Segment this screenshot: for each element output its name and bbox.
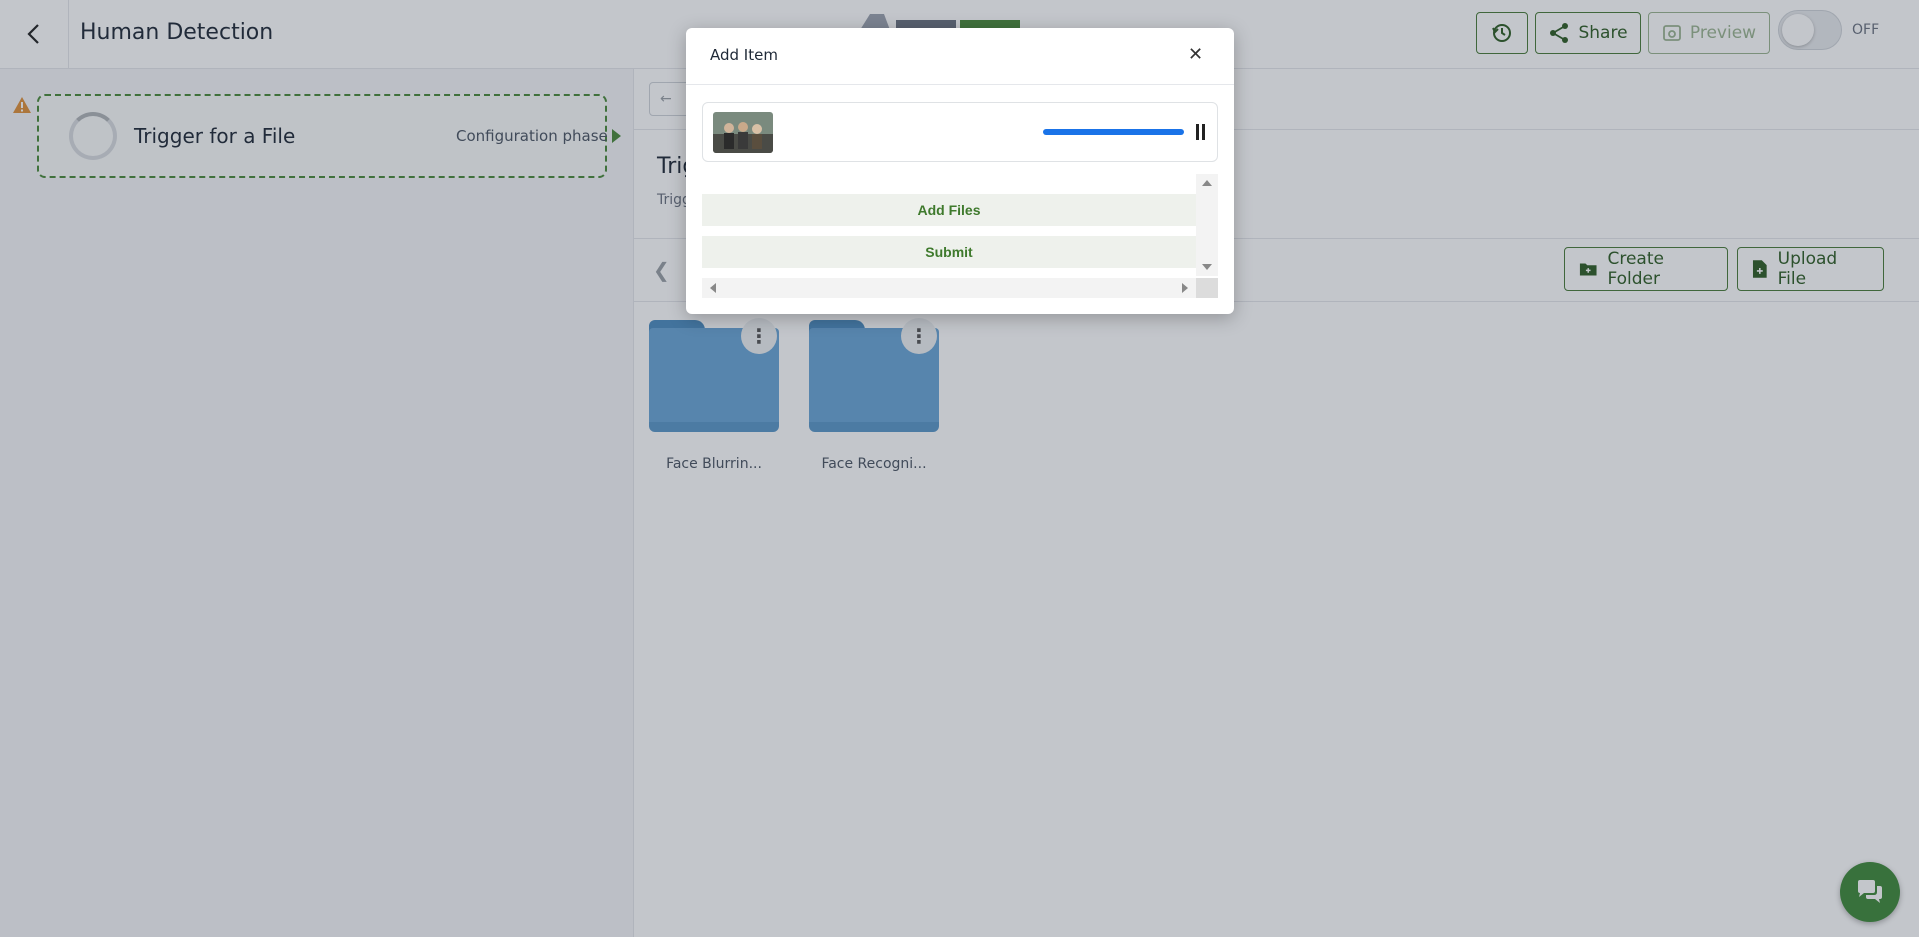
- scroll-up-icon[interactable]: [1202, 180, 1212, 186]
- scroll-right-icon[interactable]: [1182, 283, 1188, 293]
- scrollbar-corner: [1196, 278, 1218, 298]
- upload-progress-bar: [1043, 129, 1184, 135]
- scroll-left-icon[interactable]: [710, 283, 716, 293]
- submit-button[interactable]: Submit: [702, 236, 1196, 268]
- vertical-scrollbar[interactable]: [1196, 174, 1218, 276]
- close-icon[interactable]: ✕: [1188, 44, 1203, 65]
- file-thumbnail: [713, 112, 773, 153]
- scroll-down-icon[interactable]: [1202, 264, 1212, 270]
- add-item-modal: [686, 28, 1234, 314]
- pause-icon[interactable]: [1196, 124, 1206, 140]
- modal-title: Add Item: [710, 46, 778, 64]
- horizontal-scrollbar[interactable]: [702, 278, 1196, 298]
- add-files-button[interactable]: Add Files: [702, 194, 1196, 226]
- modal-divider: [686, 84, 1234, 85]
